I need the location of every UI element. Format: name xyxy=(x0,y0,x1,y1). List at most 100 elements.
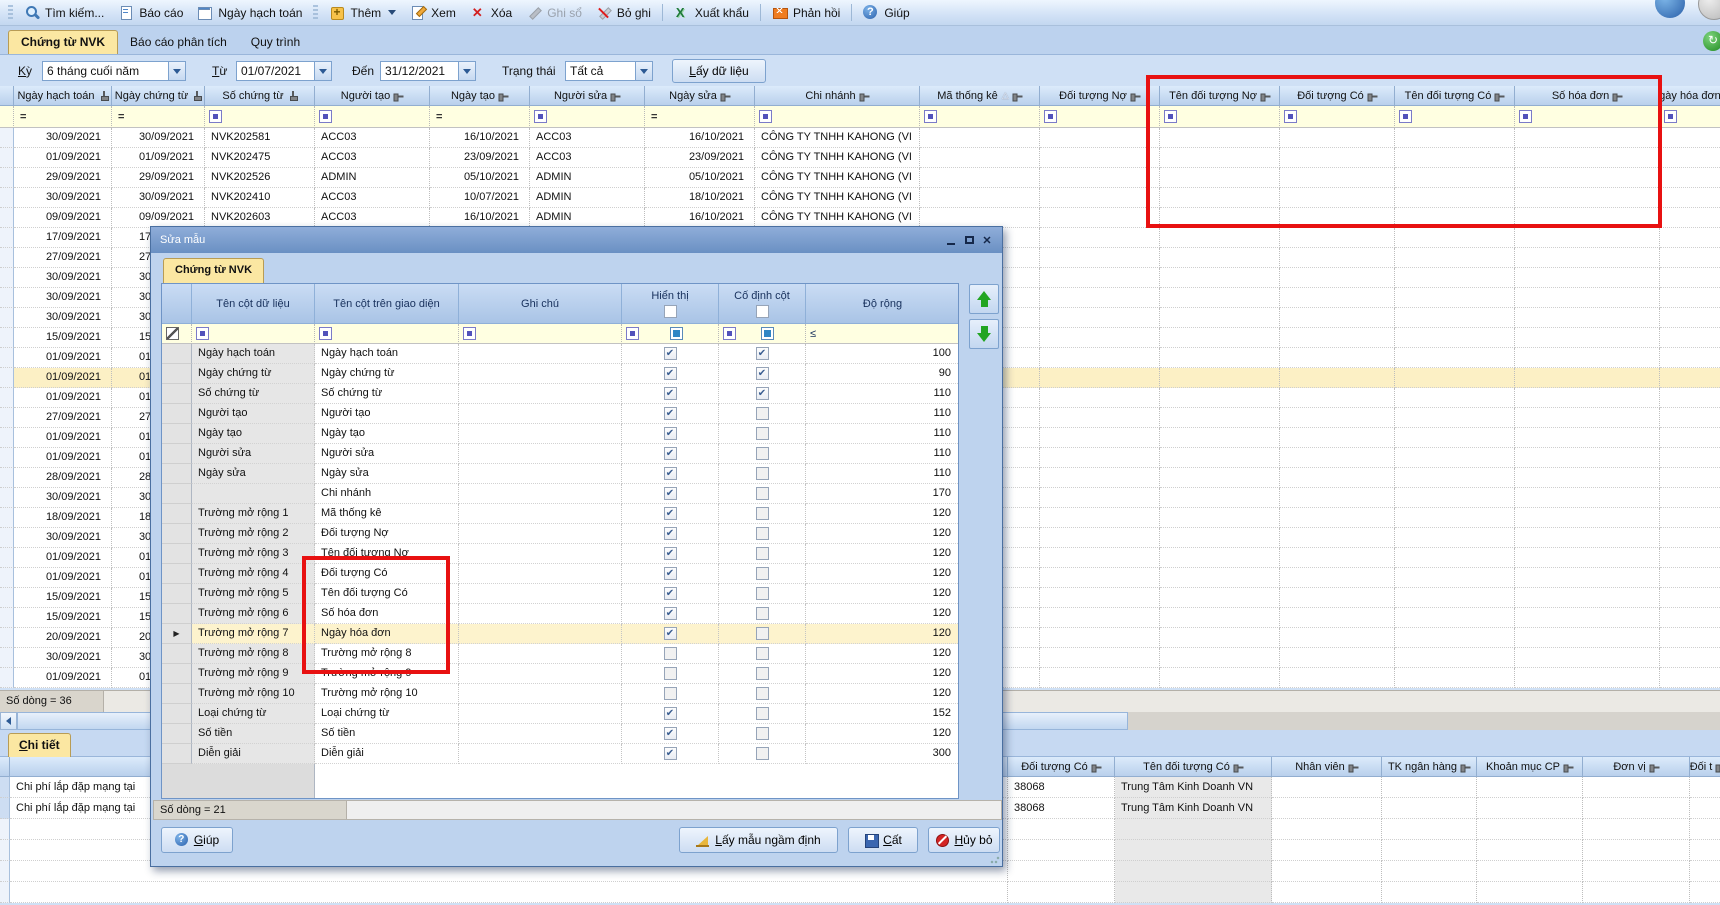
table-cell[interactable] xyxy=(1160,128,1280,148)
row-selector[interactable] xyxy=(0,882,10,903)
table-cell[interactable] xyxy=(1515,248,1660,268)
column-header-9[interactable]: Mã thống kê△ xyxy=(920,86,1040,106)
note-cell[interactable] xyxy=(459,404,622,424)
table-cell[interactable] xyxy=(1160,408,1280,428)
table-cell[interactable]: CÔNG TY TNHH KAHONG (VI xyxy=(755,188,920,208)
table-cell[interactable]: 30/09/2021 xyxy=(14,288,112,308)
table-cell[interactable] xyxy=(1515,628,1660,648)
config-filter-cell[interactable]: ≤ xyxy=(806,324,959,344)
field-name-cell[interactable]: Ngày sửa xyxy=(192,464,315,484)
config-row[interactable]: Chi nhánh170 xyxy=(162,484,958,504)
width-cell[interactable]: 120 xyxy=(806,564,959,584)
width-cell[interactable]: 300 xyxy=(806,744,959,764)
config-filter-cell[interactable] xyxy=(459,324,622,344)
config-row[interactable]: Trường mở rộng 3Tên đối tượng Nợ120 xyxy=(162,544,958,564)
row-selector[interactable] xyxy=(162,604,192,624)
table-cell[interactable] xyxy=(1280,508,1395,528)
display-name-cell[interactable]: Diễn giải xyxy=(315,744,459,764)
table-cell[interactable] xyxy=(1160,428,1280,448)
table-cell[interactable] xyxy=(1280,268,1395,288)
table-cell[interactable] xyxy=(1660,568,1720,588)
config-filter-cell[interactable] xyxy=(315,324,459,344)
table-cell[interactable] xyxy=(1515,608,1660,628)
table-cell[interactable] xyxy=(1395,408,1515,428)
filter-cell[interactable] xyxy=(920,106,1040,128)
filter-checkbox-icon[interactable] xyxy=(670,327,683,340)
fixed-cell[interactable] xyxy=(719,584,806,604)
filter-box-icon[interactable] xyxy=(463,327,476,340)
row-selector[interactable] xyxy=(162,584,192,604)
column-header-7[interactable]: Ngày sửa xyxy=(645,86,755,106)
unpinned-icon[interactable] xyxy=(394,91,404,100)
move-up-button[interactable] xyxy=(969,284,999,314)
table-cell[interactable] xyxy=(1280,188,1395,208)
table-cell[interactable]: ACC03 xyxy=(315,148,430,168)
table-cell[interactable] xyxy=(1040,588,1160,608)
column-header-6[interactable]: Người sửa xyxy=(530,86,645,106)
table-cell[interactable] xyxy=(1395,448,1515,468)
config-row[interactable]: ▶Trường mở rộng 7Ngày hóa đơn120 xyxy=(162,624,958,644)
table-cell[interactable]: 01/09/2021 xyxy=(14,148,112,168)
lte-filter-icon[interactable]: ≤ xyxy=(810,328,816,340)
table-cell[interactable]: 10/07/2021 xyxy=(430,188,530,208)
table-cell[interactable] xyxy=(1515,228,1660,248)
table-cell[interactable]: 20/09/2021 xyxy=(14,628,112,648)
row-selector[interactable] xyxy=(0,188,14,208)
toolbar-button-unpost[interactable]: Bỏ ghi xyxy=(589,3,658,23)
row-selector[interactable] xyxy=(162,544,192,564)
display-name-cell[interactable]: Đối tượng Có xyxy=(315,564,459,584)
table-cell[interactable]: 18/09/2021 xyxy=(14,508,112,528)
config-row[interactable]: Số chứng từSố chứng từ110 xyxy=(162,384,958,404)
table-cell[interactable] xyxy=(1160,388,1280,408)
to-date-field[interactable]: 31/12/2021 xyxy=(380,61,476,81)
table-cell[interactable]: 16/10/2021 xyxy=(430,208,530,228)
detail-cell[interactable] xyxy=(1690,777,1720,798)
detail-cell[interactable] xyxy=(1008,840,1115,861)
fixed-checkbox[interactable] xyxy=(756,427,769,440)
clear-filter-icon[interactable] xyxy=(166,327,179,340)
table-cell[interactable] xyxy=(1280,528,1395,548)
table-cell[interactable] xyxy=(920,168,1040,188)
toolbar-button-help[interactable]: Giúp xyxy=(856,3,916,23)
table-cell[interactable] xyxy=(1160,148,1280,168)
unpinned-icon[interactable] xyxy=(720,91,730,100)
refresh-icon[interactable]: ↻ xyxy=(1703,31,1720,51)
fixed-checkbox[interactable] xyxy=(756,447,769,460)
visible-cell[interactable] xyxy=(622,704,719,724)
detail-cell[interactable] xyxy=(1477,777,1583,798)
fixed-cell[interactable] xyxy=(719,384,806,404)
display-name-cell[interactable]: Người tạo xyxy=(315,404,459,424)
visible-checkbox[interactable] xyxy=(664,507,677,520)
table-cell[interactable] xyxy=(1280,368,1395,388)
row-selector[interactable] xyxy=(0,840,10,861)
table-cell[interactable] xyxy=(1160,488,1280,508)
table-cell[interactable]: 30/09/2021 xyxy=(112,128,205,148)
table-cell[interactable]: ADMIN xyxy=(530,188,645,208)
display-name-cell[interactable]: Trường mở rộng 8 xyxy=(315,644,459,664)
row-selector[interactable] xyxy=(0,408,14,428)
note-cell[interactable] xyxy=(459,624,622,644)
detail-cell[interactable] xyxy=(1382,882,1477,903)
visible-cell[interactable] xyxy=(622,344,719,364)
table-cell[interactable] xyxy=(1040,668,1160,688)
table-cell[interactable] xyxy=(1280,548,1395,568)
table-cell[interactable] xyxy=(1160,368,1280,388)
column-header-3[interactable]: Số chứng từ xyxy=(205,86,315,106)
fixed-cell[interactable] xyxy=(719,344,806,364)
row-selector[interactable] xyxy=(0,668,14,688)
table-cell[interactable] xyxy=(1515,168,1660,188)
display-name-cell[interactable]: Ngày hạch toán xyxy=(315,344,459,364)
display-name-cell[interactable]: Mã thống kê xyxy=(315,504,459,524)
detail-cell[interactable] xyxy=(1272,861,1382,882)
table-cell[interactable] xyxy=(1040,208,1160,228)
table-cell[interactable] xyxy=(1395,468,1515,488)
display-name-cell[interactable]: Ngày tạo xyxy=(315,424,459,444)
column-header-8[interactable]: Chi nhánh xyxy=(755,86,920,106)
note-cell[interactable] xyxy=(459,664,622,684)
filter-cell[interactable] xyxy=(1160,106,1280,128)
row-selector[interactable] xyxy=(162,404,192,424)
field-name-cell[interactable]: Ngày hạch toán xyxy=(192,344,315,364)
row-selector[interactable] xyxy=(0,568,14,588)
table-cell[interactable]: NVK202581 xyxy=(205,128,315,148)
table-cell[interactable]: NVK202603 xyxy=(205,208,315,228)
